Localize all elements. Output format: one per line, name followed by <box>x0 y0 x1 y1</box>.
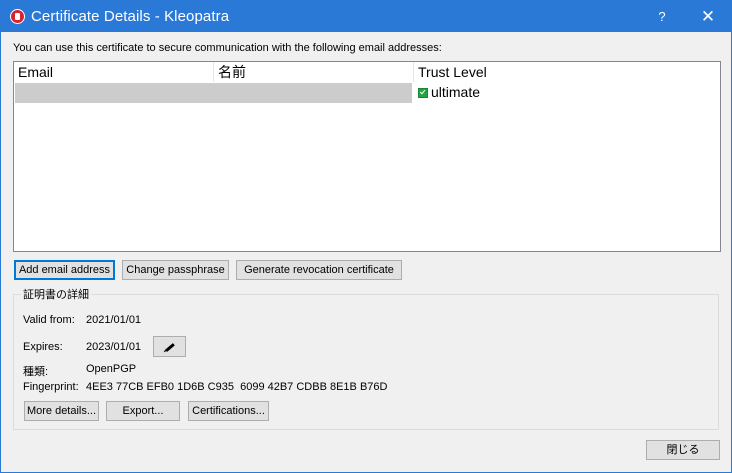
email-table[interactable]: Email 名前 Trust Level ultimate <box>13 61 721 252</box>
fingerprint-label: Fingerprint: <box>23 381 79 393</box>
intro-text: You can use this certificate to secure c… <box>13 42 442 54</box>
add-email-button[interactable]: Add email address <box>14 260 115 280</box>
row-trust-level: ultimate <box>431 84 481 100</box>
title-bar: Certificate Details - Kleopatra ? ✕ <box>1 1 731 32</box>
help-button[interactable]: ? <box>642 1 682 32</box>
more-details-button[interactable]: More details... <box>24 401 99 421</box>
valid-from-label: Valid from: <box>23 314 75 326</box>
certifications-button[interactable]: Certifications... <box>188 401 269 421</box>
type-value: OpenPGP <box>86 363 137 375</box>
checkmark-icon <box>418 88 428 98</box>
column-header-email[interactable]: Email <box>14 62 214 82</box>
export-button[interactable]: Export... <box>106 401 180 421</box>
close-button[interactable]: 閉じる <box>646 440 720 460</box>
table-row[interactable] <box>15 83 412 103</box>
window-title: Certificate Details - Kleopatra <box>31 8 230 25</box>
kleopatra-icon <box>10 9 25 24</box>
column-header-name[interactable]: 名前 <box>214 62 414 82</box>
valid-from-value: 2021/01/01 <box>86 314 142 326</box>
expires-value: 2023/01/01 <box>86 341 142 353</box>
change-passphrase-button[interactable]: Change passphrase <box>122 260 229 280</box>
fingerprint-value: 4EE3 77CB EFB0 1D6B C935 6099 42B7 CDBB … <box>86 381 388 393</box>
edit-expiry-button[interactable] <box>153 336 186 357</box>
expires-label: Expires: <box>23 341 63 353</box>
generate-revocation-button[interactable]: Generate revocation certificate <box>236 260 402 280</box>
group-title: 証明書の詳細 <box>21 286 91 302</box>
column-header-trust-level[interactable]: Trust Level <box>414 62 719 82</box>
pencil-icon <box>165 343 175 352</box>
type-label: 種類: <box>23 366 49 378</box>
certificate-details-window: Certificate Details - Kleopatra ? ✕ You … <box>0 0 732 473</box>
close-window-button[interactable]: ✕ <box>688 1 728 32</box>
